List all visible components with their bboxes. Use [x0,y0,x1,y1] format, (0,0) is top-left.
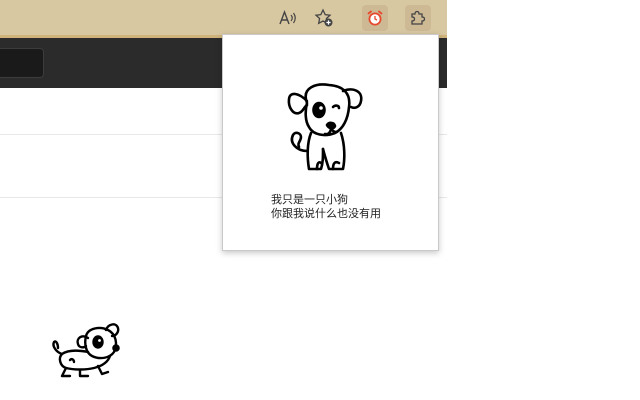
alarm-extension-button[interactable] [362,5,388,31]
browser-toolbar [0,0,447,38]
add-favorite-button[interactable] [311,5,337,31]
puzzle-icon [411,10,426,25]
dark-input-field[interactable] [0,48,44,78]
alarm-clock-icon [367,10,383,26]
popup-message-line-2: 你跟我说什么也没有用 [271,207,381,220]
extension-popup: 我只是一只小狗 你跟我说什么也没有用 [222,34,439,251]
popup-message-line-1: 我只是一只小狗 [271,193,348,206]
extensions-button[interactable] [405,5,431,31]
running-dog-pet-image [52,323,120,378]
read-aloud-icon [279,10,296,25]
read-aloud-button[interactable] [275,5,301,31]
sketch-dog-image [287,83,363,171]
star-add-icon [314,8,333,27]
screen: 我只是一只小狗 你跟我说什么也没有用 [0,0,640,400]
popup-message: 我只是一只小狗 你跟我说什么也没有用 [271,193,431,221]
